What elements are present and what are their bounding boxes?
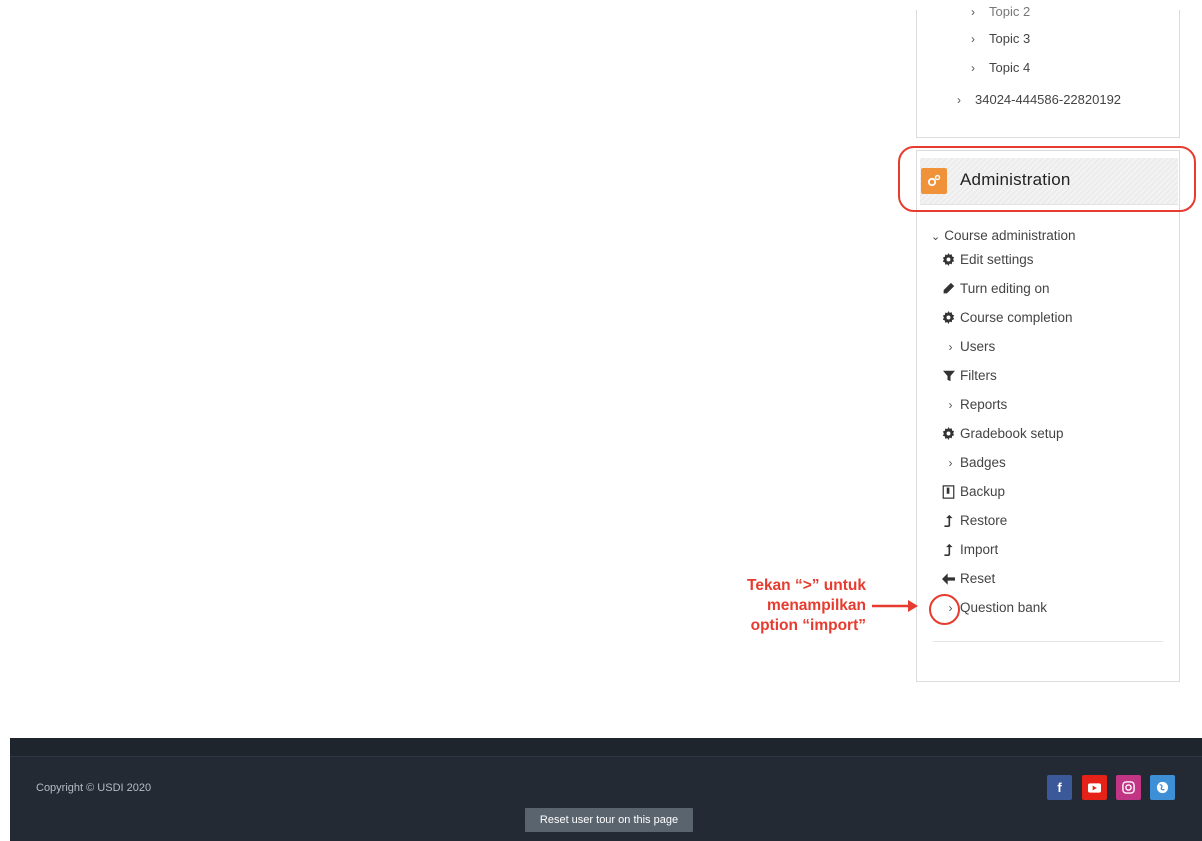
menu-item-label: Edit settings [960, 252, 1034, 267]
nav-item-label: 34024-444586-22820192 [975, 92, 1122, 107]
menu-item-label: Badges [960, 455, 1006, 470]
instruction-annotation: Tekan “>” untuk menampilkan option “impo… [690, 576, 866, 636]
nav-item-course-code[interactable]: › 34024-444586-22820192 [957, 92, 1121, 107]
menu-item-label: Turn editing on [960, 281, 1050, 296]
chevron-down-icon: ⌄ [931, 231, 941, 243]
menu-item-restore[interactable]: Restore [941, 513, 1007, 528]
cogs-icon [921, 168, 947, 194]
gear-icon [941, 426, 956, 441]
course-administration-toggle[interactable]: ⌄ Course administration [931, 228, 1076, 243]
administration-title: Administration [960, 170, 1071, 189]
chevron-right-icon: › [948, 455, 953, 470]
nav-item-label: Topic 4 [989, 60, 1031, 75]
copyright-text: Copyright © USDI 2020 [36, 782, 152, 794]
menu-item-edit-settings[interactable]: Edit settings [941, 252, 1034, 267]
menu-item-import[interactable]: Import [941, 542, 998, 557]
chevron-right-icon: › [948, 397, 953, 412]
menu-item-label: Question bank [960, 600, 1048, 615]
gear-icon [941, 252, 956, 267]
file-icon [941, 484, 956, 499]
menu-item-label: Import [960, 542, 999, 557]
menu-item-label: Reset [960, 571, 996, 586]
upload-icon [941, 513, 956, 528]
footer-top-band [10, 738, 1202, 757]
annotation-line-1: Tekan “>” untuk [747, 577, 866, 594]
nav-item-label: Topic 2 [989, 4, 1031, 19]
annotation-line-2: menampilkan [766, 597, 866, 614]
chevron-right-icon: › [971, 61, 975, 75]
chevron-right-icon: › [957, 93, 961, 107]
menu-item-reports[interactable]: › Reports [941, 397, 1008, 412]
nav-item-topic-3[interactable]: › Topic 3 [971, 31, 1030, 46]
annotation-line-3: option “import” [750, 617, 866, 634]
menu-item-gradebook-setup[interactable]: Gradebook setup [941, 426, 1064, 441]
filter-icon [941, 368, 956, 383]
menu-item-label: Reports [960, 397, 1008, 412]
nav-item-label: Topic 3 [989, 31, 1031, 46]
reset-user-tour-button[interactable]: Reset user tour on this page [525, 808, 693, 832]
nav-item-topic-2[interactable]: › Topic 2 [971, 4, 1030, 19]
chevron-right-icon: › [971, 32, 975, 46]
menu-item-label: Filters [960, 368, 997, 383]
course-administration-label: Course administration [944, 228, 1076, 243]
menu-item-backup[interactable]: Backup [941, 484, 1005, 499]
block-divider [933, 641, 1163, 642]
menu-item-turn-editing-on[interactable]: Turn editing on [941, 281, 1050, 296]
chevron-right-icon: › [971, 5, 975, 19]
menu-item-label: Backup [960, 484, 1006, 499]
menu-item-badges[interactable]: › Badges [941, 455, 1006, 470]
gear-icon [941, 310, 956, 325]
facebook-icon[interactable]: f [1047, 775, 1072, 800]
menu-item-label: Restore [960, 513, 1008, 528]
annotation-arrow-icon [872, 600, 918, 612]
arrow-left-icon [941, 571, 956, 586]
pencil-icon [941, 281, 956, 296]
menu-item-label: Course completion [960, 310, 1073, 325]
menu-item-label: Gradebook setup [960, 426, 1064, 441]
youtube-icon[interactable] [1082, 775, 1107, 800]
globe-icon[interactable] [1150, 775, 1175, 800]
menu-item-users[interactable]: › Users [941, 339, 996, 354]
highlight-circle-expand [929, 594, 960, 625]
menu-item-label: Users [960, 339, 996, 354]
navigation-block [916, 10, 1180, 138]
menu-item-course-completion[interactable]: Course completion [941, 310, 1073, 325]
menu-item-filters[interactable]: Filters [941, 368, 997, 383]
menu-item-reset[interactable]: Reset [941, 571, 995, 586]
nav-item-topic-4[interactable]: › Topic 4 [971, 60, 1030, 75]
instagram-icon[interactable] [1116, 775, 1141, 800]
upload-icon [941, 542, 956, 557]
chevron-right-icon: › [948, 339, 953, 354]
